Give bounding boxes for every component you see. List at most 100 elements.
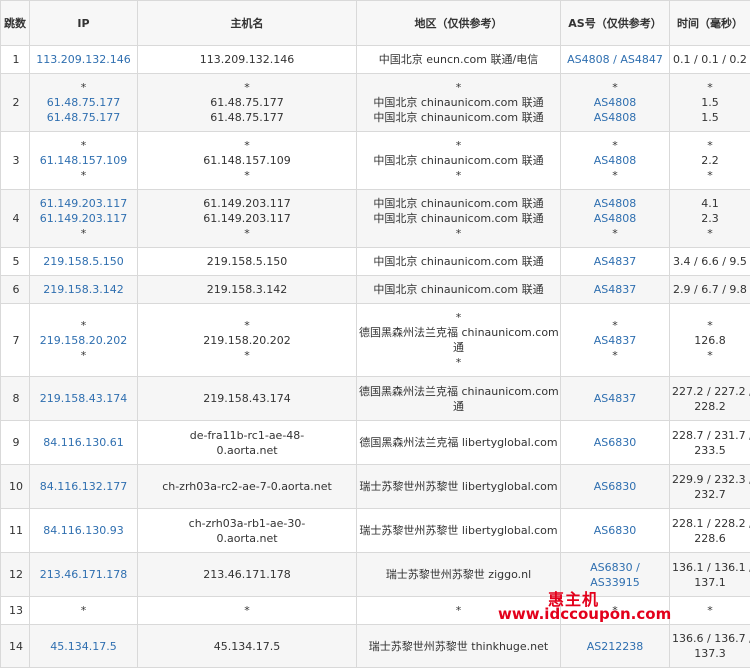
as-link[interactable]: AS4808 — [563, 196, 667, 211]
time-text: 0.1 / 0.1 / 0.2 — [672, 52, 748, 67]
ip-text: * — [32, 603, 135, 618]
table-row: 3*61.148.157.109**61.148.157.109**中国北京 c… — [1, 132, 750, 190]
as-link[interactable]: AS4837 — [563, 254, 667, 269]
ip-link[interactable]: 61.148.157.109 — [32, 153, 135, 168]
ip-link[interactable]: 84.116.132.177 — [32, 479, 135, 494]
hostname-cell: *219.158.20.202* — [138, 304, 357, 377]
ip-link[interactable]: 84.116.130.93 — [32, 523, 135, 538]
ip-cell: 213.46.171.178 — [30, 553, 138, 597]
host-text: 61.48.75.177 — [140, 110, 354, 125]
as-link[interactable]: AS4837 — [563, 282, 667, 297]
ip-link[interactable]: 45.134.17.5 — [32, 639, 135, 654]
ip-link[interactable]: 213.46.171.178 — [32, 567, 135, 582]
as-link[interactable]: AS4808 — [563, 153, 667, 168]
host-text: * — [140, 80, 354, 95]
region-cell: 中国北京 euncn.com 联通/电信 — [357, 46, 561, 74]
time-text: 2.3 — [672, 211, 748, 226]
region-text: 中国北京 euncn.com 联通/电信 — [359, 52, 558, 67]
ip-link[interactable]: 61.48.75.177 — [32, 110, 135, 125]
hostname-cell: ch-zrh03a-rb1-ae-30-0.aorta.net — [138, 509, 357, 553]
as-link[interactable]: AS212238 — [563, 639, 667, 654]
region-text: 瑞士苏黎世州苏黎世 thinkhuge.net — [359, 639, 558, 654]
ip-link[interactable]: 219.158.20.202 — [32, 333, 135, 348]
time-text: 228.6 — [672, 531, 748, 546]
region-text: 通 — [359, 340, 558, 355]
table-row: 12213.46.171.178213.46.171.178瑞士苏黎世州苏黎世 … — [1, 553, 750, 597]
as-link[interactable]: AS4837 — [563, 391, 667, 406]
hop-number: 7 — [1, 304, 30, 377]
as-text: * — [563, 80, 667, 95]
host-text: ch-zrh03a-rb1-ae-30- — [140, 516, 354, 531]
region-text: 中国北京 chinaunicom.com 联通 — [359, 211, 558, 226]
as-link[interactable]: AS6830 — [563, 435, 667, 450]
host-text: ch-zrh03a-rc2-ae-7-0.aorta.net — [140, 479, 354, 494]
hop-number: 14 — [1, 625, 30, 668]
as-link[interactable]: AS4837 — [563, 333, 667, 348]
host-text: de-fra11b-rc1-ae-48- — [140, 428, 354, 443]
ip-link[interactable]: 113.209.132.146 — [32, 52, 135, 67]
region-cell: 瑞士苏黎世州苏黎世 ziggo.nl — [357, 553, 561, 597]
as-link[interactable]: AS6830 / — [563, 560, 667, 575]
ip-cell: 45.134.17.5 — [30, 625, 138, 668]
table-row: 1084.116.132.177ch-zrh03a-rc2-ae-7-0.aor… — [1, 465, 750, 509]
as-link[interactable]: AS6830 — [563, 523, 667, 538]
header-hostname: 主机名 — [138, 1, 357, 46]
hop-number: 2 — [1, 74, 30, 132]
time-cell: *2.2* — [670, 132, 750, 190]
time-cell: 228.7 / 231.7 /233.5 — [670, 421, 750, 465]
hop-number: 12 — [1, 553, 30, 597]
time-text: * — [672, 168, 748, 183]
host-text: 61.48.75.177 — [140, 95, 354, 110]
as-link[interactable]: AS4808 / AS4847 — [563, 52, 667, 67]
host-text: 219.158.20.202 — [140, 333, 354, 348]
table-row: 8219.158.43.174219.158.43.174德国黑森州法兰克福 c… — [1, 377, 750, 421]
as-cell: *AS4808AS4808 — [561, 74, 670, 132]
ip-link[interactable]: 61.149.203.117 — [32, 211, 135, 226]
ip-text: * — [32, 168, 135, 183]
region-text: 德国黑森州法兰克福 chinaunicom.com 联 — [359, 384, 558, 399]
host-text: 0.aorta.net — [140, 443, 354, 458]
host-text: * — [140, 603, 354, 618]
table-row: 6219.158.3.142219.158.3.142中国北京 chinauni… — [1, 276, 750, 304]
time-text: 1.5 — [672, 110, 748, 125]
as-link[interactable]: AS4808 — [563, 110, 667, 125]
watermark-url: www.idccoupon.com — [498, 605, 671, 623]
time-cell: 2.9 / 6.7 / 9.8 — [670, 276, 750, 304]
as-link[interactable]: AS6830 — [563, 479, 667, 494]
region-text: 德国黑森州法兰克福 libertyglobal.com — [359, 435, 558, 450]
ip-link[interactable]: 61.149.203.117 — [32, 196, 135, 211]
hop-number: 3 — [1, 132, 30, 190]
region-cell: *中国北京 chinaunicom.com 联通中国北京 chinaunicom… — [357, 74, 561, 132]
as-link[interactable]: AS4808 — [563, 95, 667, 110]
ip-cell: 84.116.130.93 — [30, 509, 138, 553]
ip-link[interactable]: 219.158.5.150 — [32, 254, 135, 269]
region-text: 中国北京 chinaunicom.com 联通 — [359, 254, 558, 269]
region-text: 中国北京 chinaunicom.com 联通 — [359, 196, 558, 211]
time-text: * — [672, 348, 748, 363]
host-text: 219.158.43.174 — [140, 391, 354, 406]
host-text: * — [140, 226, 354, 241]
ip-link[interactable]: 219.158.43.174 — [32, 391, 135, 406]
time-cell: 229.9 / 232.3 /232.7 — [670, 465, 750, 509]
host-text: 45.134.17.5 — [140, 639, 354, 654]
time-text: 4.1 — [672, 196, 748, 211]
ip-text: * — [32, 318, 135, 333]
host-text: * — [140, 348, 354, 363]
ip-cell: *61.48.75.17761.48.75.177 — [30, 74, 138, 132]
table-row: 7*219.158.20.202**219.158.20.202**德国黑森州法… — [1, 304, 750, 377]
region-text: * — [359, 138, 558, 153]
host-text: * — [140, 318, 354, 333]
time-text: 228.7 / 231.7 / — [672, 428, 748, 443]
as-link[interactable]: AS4808 — [563, 211, 667, 226]
time-text: * — [672, 226, 748, 241]
ip-link[interactable]: 219.158.3.142 — [32, 282, 135, 297]
hostname-cell: ch-zrh03a-rc2-ae-7-0.aorta.net — [138, 465, 357, 509]
ip-link[interactable]: 84.116.130.61 — [32, 435, 135, 450]
ip-link[interactable]: 61.48.75.177 — [32, 95, 135, 110]
region-text: * — [359, 226, 558, 241]
ip-cell: 219.158.5.150 — [30, 248, 138, 276]
hostname-cell: 219.158.5.150 — [138, 248, 357, 276]
time-text: 137.1 — [672, 575, 748, 590]
hop-number: 6 — [1, 276, 30, 304]
as-cell: AS4837 — [561, 276, 670, 304]
